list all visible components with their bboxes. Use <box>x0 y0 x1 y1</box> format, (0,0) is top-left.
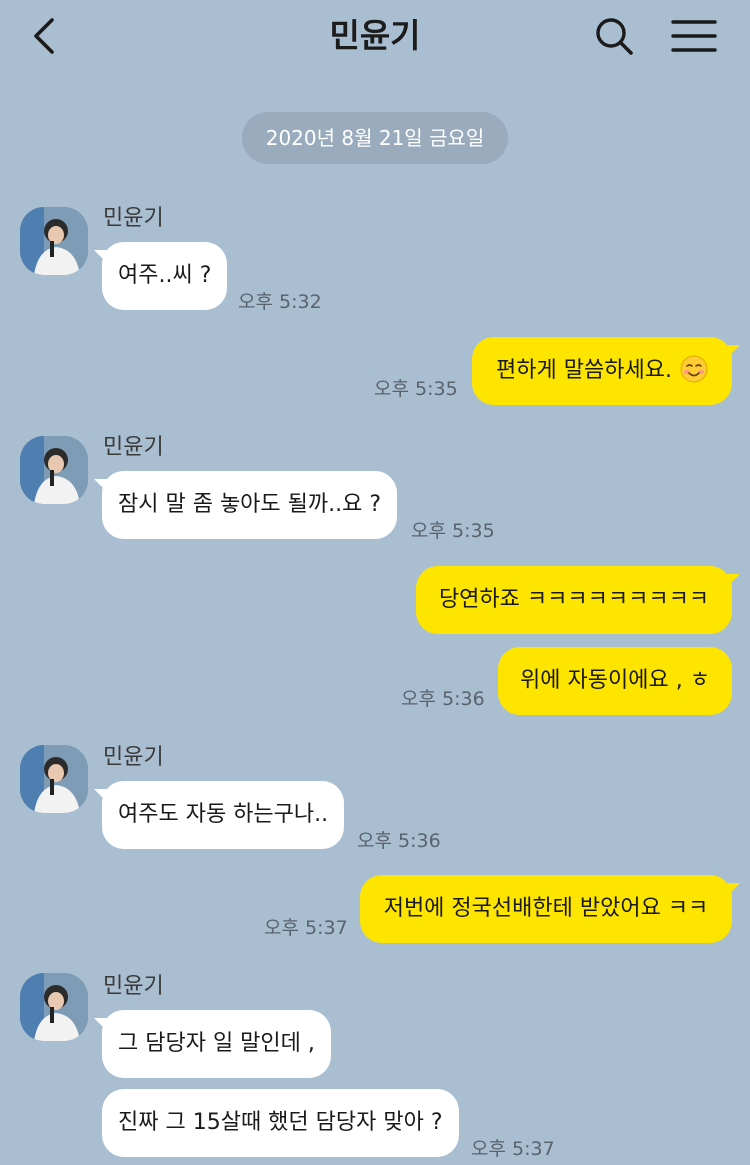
message-bubble-outgoing[interactable]: 당연하죠 ㅋㅋㅋㅋㅋㅋㅋㅋㅋ <box>416 566 740 634</box>
menu-button[interactable] <box>668 14 720 60</box>
chat-screen: 민윤기 2020년 8월 21일 금요일 민윤기 여주..씨 ? 오후 5:32… <box>0 0 750 1165</box>
chevron-left-icon <box>34 18 54 54</box>
bubble-tail <box>94 1018 108 1032</box>
message-text: 진짜 그 15살때 했던 담당자 맞아 ? <box>118 1110 443 1135</box>
sender-name: 민윤기 <box>103 206 164 231</box>
smiling-face-emoji <box>680 355 708 383</box>
date-divider: 2020년 8월 21일 금요일 <box>242 112 508 164</box>
message-bubble-incoming[interactable]: 잠시 말 좀 놓아도 될까..요 ? <box>94 471 398 539</box>
message-time: 오후 5:37 <box>264 917 348 939</box>
message-text: 위에 자동이에요 , ㅎ <box>520 668 710 693</box>
message-time: 오후 5:37 <box>471 1138 555 1160</box>
bubble-tail <box>726 883 740 897</box>
message-bubble-outgoing[interactable]: 저번에 정국선배한테 받았어요 ㅋㅋ <box>360 875 740 943</box>
message-time: 오후 5:35 <box>411 520 495 542</box>
sender-name: 민윤기 <box>103 974 164 999</box>
bubble-tail <box>726 345 740 359</box>
sender-name: 민윤기 <box>103 745 164 770</box>
message-bubble-outgoing[interactable]: 편하게 말씀하세요. <box>472 337 740 405</box>
message-text: 저번에 정국선배한테 받았어요 ㅋㅋ <box>383 896 709 921</box>
bubble-tail <box>94 479 108 493</box>
search-button[interactable] <box>592 14 638 60</box>
message-bubble-incoming[interactable]: 여주..씨 ? <box>94 242 228 310</box>
profile-photo <box>20 207 88 275</box>
message-text: 편하게 말씀하세요. <box>496 358 672 383</box>
sender-avatar[interactable] <box>20 745 88 813</box>
sender-avatar[interactable] <box>20 436 88 504</box>
sender-avatar[interactable] <box>20 207 88 275</box>
profile-photo <box>20 973 88 1041</box>
message-text: 여주..씨 ? <box>118 263 212 288</box>
message-bubble-incoming[interactable]: 진짜 그 15살때 했던 담당자 맞아 ? <box>102 1089 459 1157</box>
bubble-tail <box>726 574 740 588</box>
back-button[interactable] <box>28 14 68 60</box>
hamburger-menu-icon <box>671 20 717 52</box>
bubble-tail <box>94 250 108 264</box>
profile-photo <box>20 745 88 813</box>
message-time: 오후 5:36 <box>401 688 485 710</box>
message-text: 여주도 자동 하는구나.. <box>118 802 329 827</box>
message-bubble-incoming[interactable]: 여주도 자동 하는구나.. <box>94 781 345 849</box>
message-time: 오후 5:36 <box>357 830 441 852</box>
message-time: 오후 5:32 <box>238 291 322 313</box>
message-time: 오후 5:35 <box>374 378 458 400</box>
sender-avatar[interactable] <box>20 973 88 1041</box>
message-bubble-incoming[interactable]: 그 담당자 일 말인데 , <box>94 1010 331 1078</box>
search-icon <box>596 18 633 55</box>
message-text: 그 담당자 일 말인데 , <box>118 1031 315 1056</box>
chat-header: 민윤기 <box>0 0 750 78</box>
message-text: 잠시 말 좀 놓아도 될까..요 ? <box>118 492 382 517</box>
message-bubble-outgoing[interactable]: 위에 자동이에요 , ㅎ <box>498 647 732 715</box>
bubble-tail <box>94 789 108 803</box>
profile-photo <box>20 436 88 504</box>
sender-name: 민윤기 <box>103 435 164 460</box>
message-text: 당연하죠 ㅋㅋㅋㅋㅋㅋㅋㅋㅋ <box>438 587 710 612</box>
